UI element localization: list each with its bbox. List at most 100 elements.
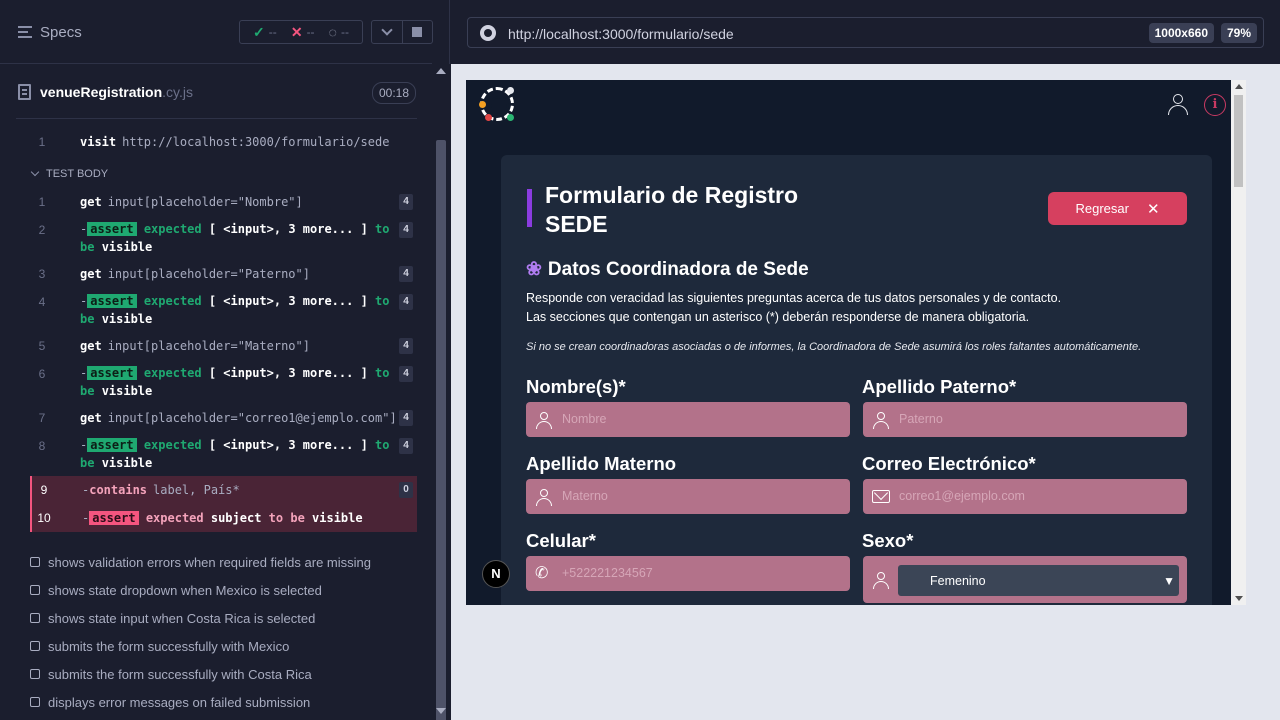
section-title: ❀ Datos Coordinadora de Sede [526, 259, 809, 280]
command-count-badge: 4 [399, 194, 413, 210]
test-item[interactable]: submits the form successfully with Mexic… [30, 632, 371, 660]
test-item[interactable]: displays error messages on failed submis… [30, 688, 371, 716]
command-row-failed[interactable]: 10 - assert expected subject to be visibl… [30, 504, 417, 532]
test-item[interactable]: shows state input when Costa Rica is sel… [30, 604, 371, 632]
x-icon: ✕ [290, 23, 303, 40]
app-scrollbar[interactable] [1231, 80, 1246, 605]
celular-label: Celular* [526, 530, 596, 551]
scroll-down-icon[interactable] [1235, 596, 1243, 601]
user-icon[interactable] [1168, 94, 1188, 116]
test-body-header[interactable]: TEST BODY [30, 167, 108, 180]
chevron-down-icon [30, 167, 40, 177]
materno-label: Apellido Materno [526, 453, 677, 474]
url-bar-container: http://localhost:3000/formulario/sede 10… [451, 0, 1280, 64]
document-icon [18, 84, 31, 100]
command-row[interactable]: 6 - assert expected [ <input>, 3 more... … [30, 364, 417, 400]
logo[interactable] [479, 87, 514, 121]
sexo-label: Sexo* [862, 530, 914, 551]
caret-down-icon: ▼ [1163, 574, 1175, 588]
failed-count: ✕ -- [290, 23, 315, 40]
app-preview-panel: http://localhost:3000/formulario/sede 10… [451, 0, 1280, 720]
test-list: shows validation errors when required fi… [30, 548, 371, 716]
runner-header: Specs ✓ -- ✕ -- ◌ -- [0, 0, 433, 64]
form-card: Formulario de Registro SEDE Regresar ✕ ❀ Da… [501, 155, 1212, 605]
command-count-badge: 4 [399, 366, 413, 382]
stop-button[interactable] [401, 21, 433, 43]
url-bar[interactable]: http://localhost:3000/formulario/sede 10… [467, 17, 1264, 48]
scroll-up-icon[interactable] [1235, 84, 1243, 89]
chevron-down-icon [381, 24, 393, 36]
spec-file-name[interactable]: venueRegistration.cy.js [40, 84, 193, 100]
viewport-size-badge[interactable]: 1000x660 [1148, 23, 1214, 43]
command-row[interactable]: 2 - assert expected [ <input>, 3 more... … [30, 220, 417, 256]
command-row[interactable]: 7 get input[placeholder="correo1@ejemplo.… [30, 408, 417, 434]
test-status-icon [30, 585, 40, 595]
command-count-badge: 0 [399, 482, 413, 498]
test-status-icon [30, 669, 40, 679]
spinner-icon: ◌ [328, 24, 337, 40]
flower-icon: ❀ [526, 259, 542, 280]
runner-scrollbar[interactable] [432, 64, 450, 720]
command-count-badge: 4 [399, 338, 413, 354]
page-title: Formulario de Registro SEDE [545, 182, 799, 237]
phone-icon: ✆ [535, 565, 549, 582]
user-icon [535, 411, 553, 429]
command-count-badge: 4 [399, 294, 413, 310]
nextjs-devtools-badge[interactable]: N [482, 560, 510, 588]
celular-input[interactable]: ✆ +522221234567 [526, 556, 850, 591]
paterno-input[interactable]: Paterno [863, 402, 1187, 437]
pending-count: ◌ -- [328, 24, 349, 40]
user-icon [872, 571, 890, 589]
materno-input[interactable]: Materno [526, 479, 850, 514]
close-icon: ✕ [1146, 200, 1160, 218]
scrollbar-thumb[interactable] [436, 140, 446, 720]
scroll-up-icon[interactable] [436, 68, 446, 74]
command-row[interactable]: 8 - assert expected [ <input>, 3 more... … [30, 436, 417, 472]
app-iframe: i Formulario de Registro SEDE Regresar ✕ ❀… [466, 80, 1246, 605]
command-count-badge: 4 [399, 438, 413, 454]
url-text: http://localhost:3000/formulario/sede [508, 26, 734, 42]
command-row-failed[interactable]: 9 -contains label, País* 0 [30, 476, 417, 504]
test-status-icon [30, 557, 40, 567]
scrollbar-thumb[interactable] [1234, 95, 1243, 187]
command-count-badge: 4 [399, 266, 413, 282]
globe-icon [480, 25, 496, 41]
zoom-badge[interactable]: 79% [1220, 23, 1257, 43]
passed-count: ✓ -- [253, 23, 277, 40]
section-description: Responde con veracidad las siguientes pr… [526, 291, 1062, 324]
correo-label: Correo Electrónico* [862, 453, 1036, 474]
check-icon: ✓ [253, 23, 265, 40]
command-row[interactable]: 1 get input[placeholder="Nombre"] 4 [30, 192, 417, 218]
command-row[interactable]: 3 get input[placeholder="Paterno"] 4 [30, 264, 417, 290]
runner-panel: Specs ✓ -- ✕ -- ◌ -- venueRegistration.cy.j… [0, 0, 450, 720]
mail-icon [872, 490, 890, 503]
command-count-badge: 4 [399, 222, 413, 238]
runner-controls [371, 20, 433, 44]
specs-menu-icon[interactable] [18, 26, 32, 38]
section-note: Si no se crean coordinadoras asociadas o… [526, 341, 1142, 353]
user-icon [535, 488, 553, 506]
spec-duration: 00:18 [371, 82, 416, 104]
paterno-label: Apellido Paterno* [862, 376, 1017, 397]
back-button[interactable]: Regresar ✕ [1048, 192, 1187, 225]
command-count-badge: 4 [399, 410, 413, 426]
nombre-input[interactable]: Nombre [526, 402, 850, 437]
scroll-down-icon[interactable] [436, 708, 446, 714]
correo-input[interactable]: correo1@ejemplo.com [863, 479, 1187, 514]
command-visit[interactable]: 1 visit http://localhost:3000/formulario/… [30, 132, 417, 158]
title-accent [527, 189, 532, 227]
sexo-field: Femenino ▼ [863, 556, 1187, 603]
user-icon [872, 411, 890, 429]
stop-icon [412, 27, 423, 37]
command-row[interactable]: 5 get input[placeholder="Materno"] 4 [30, 336, 417, 362]
collapse-button[interactable] [372, 21, 402, 43]
test-item[interactable]: submits the form successfully with Costa… [30, 660, 371, 688]
test-status-icon [30, 697, 40, 707]
command-row[interactable]: 4 - assert expected [ <input>, 3 more... … [30, 292, 417, 328]
sexo-select[interactable]: Femenino ▼ [898, 565, 1179, 596]
test-item[interactable]: shows state dropdown when Mexico is sele… [30, 576, 371, 604]
specs-label[interactable]: Specs [40, 24, 82, 41]
test-status-icon [30, 613, 40, 623]
test-item[interactable]: shows validation errors when required fi… [30, 548, 371, 576]
info-icon[interactable]: i [1204, 94, 1226, 116]
